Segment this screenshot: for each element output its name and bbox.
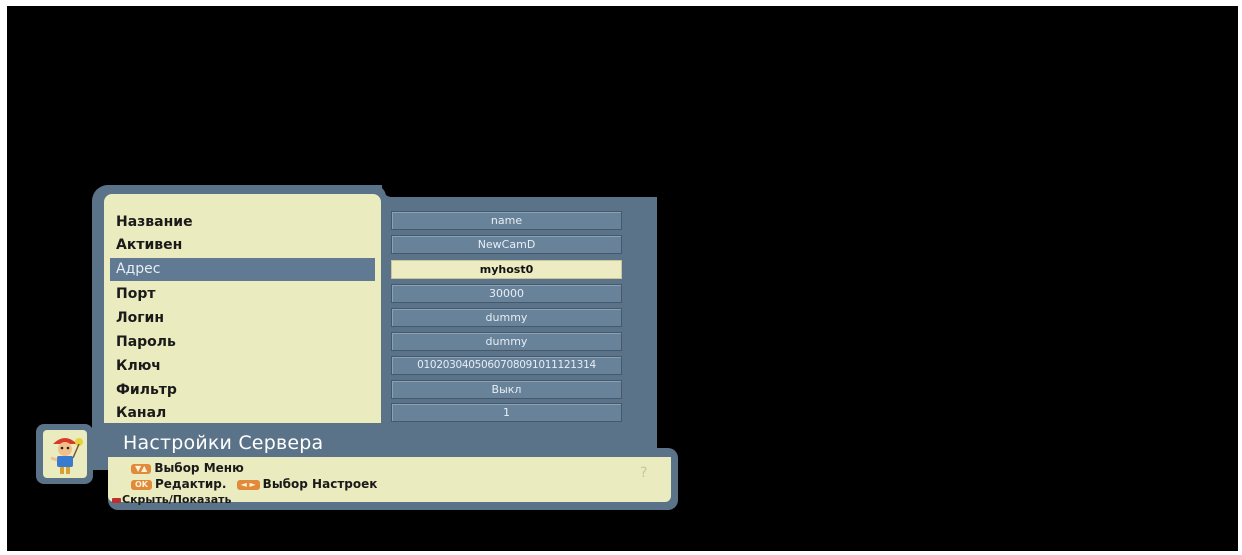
name-value-field[interactable]: name xyxy=(391,211,622,230)
menu-item-active[interactable]: Активен xyxy=(110,234,375,257)
menu-item-name[interactable]: Название xyxy=(110,211,375,234)
menu-item-key[interactable]: Ключ xyxy=(110,355,375,378)
menu-item-address[interactable]: Адрес xyxy=(110,258,375,281)
help-select-settings-label: Выбор Настроек xyxy=(262,477,378,491)
left-right-arrows-icon: ◄ ► xyxy=(236,479,260,490)
page-title: Настройки Сервера xyxy=(123,432,324,454)
help-hide-show-label: Скрыть/Показать xyxy=(122,493,232,506)
menu-item-login[interactable]: Логин xyxy=(110,307,375,330)
port-value-field[interactable]: 30000 xyxy=(391,284,622,303)
menu-item-channel[interactable]: Канал xyxy=(110,402,375,425)
channel-value-field[interactable]: 1 xyxy=(391,403,622,422)
help-edit: OK Редактир. ◄ ► Выбор Настроек xyxy=(131,477,377,491)
login-value-field[interactable]: dummy xyxy=(391,308,622,327)
help-select-menu-label: Выбор Меню xyxy=(154,461,244,475)
help-edit-label: Редактир. xyxy=(155,477,227,491)
menu-item-port[interactable]: Порт xyxy=(110,283,375,306)
up-down-arrows-icon: ▼▲ xyxy=(131,463,152,474)
help-select-menu: ▼▲ Выбор Меню xyxy=(131,461,244,475)
active-value-field[interactable]: NewCamD xyxy=(391,235,622,254)
menu-item-filter[interactable]: Фильтр xyxy=(110,379,375,402)
filter-value-field[interactable]: Выкл xyxy=(391,380,622,399)
key-value-field[interactable]: 0102030405060708091011121314 xyxy=(391,356,622,375)
red-key-icon xyxy=(112,497,121,503)
settings-labels-panel: Название Активен Адрес Порт Логин Пароль… xyxy=(104,194,381,423)
ok-key-icon: OK xyxy=(131,479,152,490)
password-value-field[interactable]: dummy xyxy=(391,332,622,351)
help-question-icon: ? xyxy=(640,465,648,481)
help-hide-show: Скрыть/Показать xyxy=(112,493,232,506)
frame-notch xyxy=(382,185,657,197)
menu-item-password[interactable]: Пароль xyxy=(110,331,375,354)
address-value-field[interactable]: myhost0 xyxy=(391,260,622,279)
mascot-icon xyxy=(43,430,87,478)
